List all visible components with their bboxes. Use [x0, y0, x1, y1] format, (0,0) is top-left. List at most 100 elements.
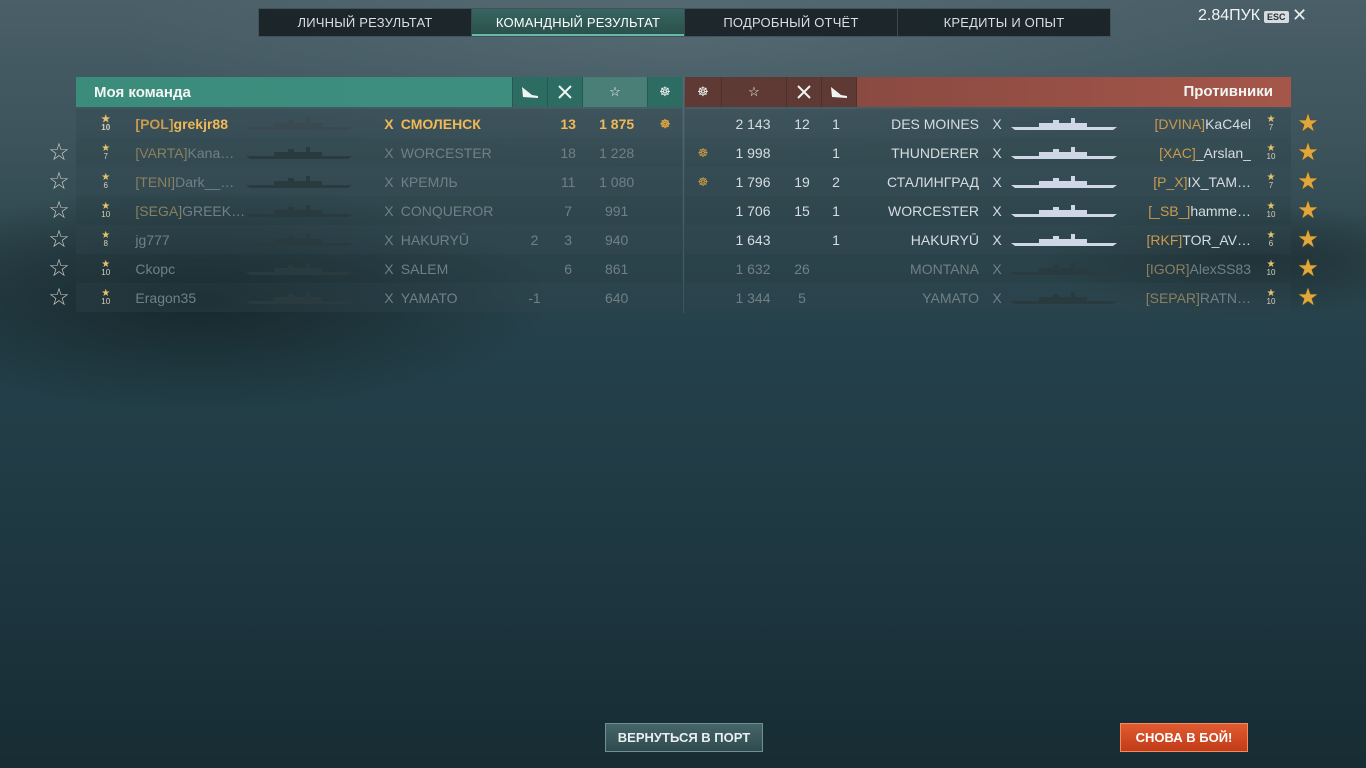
- table-row[interactable]: ★ 10 Ckopc X SALEM 6 861: [76, 254, 682, 283]
- planes-column-header[interactable]: [822, 77, 857, 107]
- achievement-column-header[interactable]: ☸: [685, 77, 722, 107]
- base-experience: 1 632: [735, 260, 771, 277]
- tab-detailed-report[interactable]: ПОДРОБНЫЙ ОТЧЁТ: [685, 9, 898, 36]
- table-row[interactable]: ☸ 1 998 1 THUNDERER X [XAC]_Arslan_ ★ 10: [685, 138, 1291, 167]
- player-name[interactable]: [RKF]TOR_AV…: [1143, 232, 1251, 248]
- ship-name: СМОЛЕНСК: [400, 115, 481, 132]
- ship-silhouette-icon: [246, 175, 353, 188]
- exp-column-header[interactable]: ☆: [722, 77, 787, 107]
- achievement-column-header[interactable]: ☸: [647, 77, 682, 107]
- battle-again-button[interactable]: СНОВА В БОЙ!: [1120, 723, 1248, 752]
- player-level: 8: [103, 238, 108, 248]
- ship-tier: X: [992, 289, 1002, 306]
- table-row[interactable]: ★ 10 Eragon35 X YAMATO -1 640: [76, 283, 682, 312]
- table-row[interactable]: ★ 7 [VARTA]Kana… X WORCESTER 18 1 228: [76, 138, 682, 167]
- teams-divider: [683, 77, 684, 313]
- player-level-badge: ★ 7: [1251, 172, 1291, 190]
- player-name[interactable]: [IGOR]AlexSS83: [1143, 261, 1251, 277]
- player-name[interactable]: [SEGA]GREEK…: [135, 203, 244, 219]
- planes-destroyed: 1: [832, 231, 840, 248]
- player-name[interactable]: [DVINA]KaC4el: [1143, 115, 1252, 132]
- damage-kills: 15: [794, 202, 810, 219]
- ship-tier: X: [384, 231, 394, 248]
- compliment-star-icon[interactable]: ★: [1296, 228, 1320, 252]
- table-row[interactable]: 1 643 1 HAKURYŪ X [RKF]TOR_AV… ★ 6: [685, 225, 1291, 254]
- compliment-star-icon[interactable]: ★: [1296, 257, 1320, 281]
- planes-column-header[interactable]: [512, 77, 547, 107]
- ship-tier: X: [992, 144, 1002, 161]
- clan-tag: [POL]: [135, 115, 174, 132]
- compliment-star-icon[interactable]: ☆: [47, 170, 71, 194]
- player-name[interactable]: [XAC]_Arslan_: [1143, 145, 1251, 161]
- player-name[interactable]: jg777: [135, 232, 244, 248]
- compliment-star-icon[interactable]: ★: [1296, 199, 1320, 223]
- table-row[interactable]: ☸ 1 796 19 2 СТАЛИНГРАД X [P_X]IX_TAM… ★ 7: [685, 167, 1291, 196]
- esc-key-hint: ESC: [1264, 11, 1289, 23]
- player-nickname: GREEK…: [182, 202, 245, 219]
- crossed-swords-icon: [797, 85, 811, 99]
- my-team-rows: ★ 10 [POL]grekjr88 X СМОЛЕНСК 13 1 875 ☸ ★ 7 [VART…: [76, 109, 682, 312]
- player-name[interactable]: [_SB_]hamme…: [1143, 203, 1251, 219]
- base-experience: 640: [604, 289, 629, 306]
- base-experience: 940: [604, 231, 629, 248]
- compliment-star-icon[interactable]: ★: [1296, 170, 1320, 194]
- clan-tag: [VARTA]: [135, 144, 188, 161]
- player-level: 10: [101, 296, 111, 306]
- tab-personal-result[interactable]: ЛИЧНЫЙ РЕЗУЛЬТАТ: [259, 9, 472, 36]
- exp-column-header[interactable]: ☆: [582, 77, 647, 107]
- achievement-icon: ☸: [697, 145, 709, 160]
- table-row[interactable]: 1 344 5 YAMATO X [SEPAR]RATN… ★ 10: [685, 283, 1291, 312]
- ship-name: WORCESTER: [400, 144, 492, 161]
- clan-tag: [SEPAR]: [1145, 289, 1200, 306]
- compliment-star-icon[interactable]: ☆: [47, 199, 71, 223]
- player-nickname: KaC4el: [1205, 115, 1251, 132]
- return-to-port-button[interactable]: ВЕРНУТЬСЯ В ПОРТ: [605, 723, 763, 752]
- ship-silhouette-icon: [246, 204, 353, 217]
- compliment-star-icon[interactable]: ☆: [47, 257, 71, 281]
- ship-tier: X: [384, 115, 394, 132]
- ship-silhouette: [244, 291, 377, 305]
- kills-column-header[interactable]: [547, 77, 582, 107]
- ship-tier: X: [992, 173, 1002, 190]
- compliment-star-icon[interactable]: ★: [1296, 286, 1320, 310]
- ship-silhouette-icon: [1011, 233, 1117, 246]
- kills-column-header[interactable]: [787, 77, 822, 107]
- tab-credits-xp[interactable]: КРЕДИТЫ И ОПЫТ: [898, 9, 1110, 36]
- ship-tier: X: [384, 289, 394, 306]
- table-row[interactable]: ★ 8 jg777 X HAKURYŪ 2 3 940: [76, 225, 682, 254]
- table-row[interactable]: ★ 10 [POL]grekjr88 X СМОЛЕНСК 13 1 875 ☸: [76, 109, 682, 138]
- close-icon[interactable]: ✕: [1292, 5, 1307, 26]
- ship-tier: X: [384, 260, 394, 277]
- table-row[interactable]: 2 143 12 1 DES MOINES X [DVINA]KaC4el ★ 7: [685, 109, 1291, 138]
- ship-tier: X: [992, 231, 1002, 248]
- player-level-badge: ★ 10: [76, 288, 135, 306]
- player-level-badge: ★ 10: [76, 114, 135, 132]
- player-name[interactable]: Eragon35: [135, 290, 244, 306]
- compliment-star-icon[interactable]: ☆: [47, 141, 71, 165]
- table-row[interactable]: 1 632 26 MONTANA X [IGOR]AlexSS83 ★ 10: [685, 254, 1291, 283]
- player-name[interactable]: [VARTA]Kana…: [135, 145, 244, 161]
- compliment-star-icon[interactable]: ★: [1296, 141, 1320, 165]
- table-row[interactable]: ★ 6 [TENI]Dark__… X КРЕМЛЬ 11 1 080: [76, 167, 682, 196]
- ship-silhouette: [1009, 146, 1143, 160]
- planes-destroyed: 1: [832, 115, 840, 132]
- compliment-star-icon[interactable]: ★: [1296, 112, 1320, 136]
- compliment-star-icon[interactable]: ☆: [47, 286, 71, 310]
- table-row[interactable]: ★ 10 [SEGA]GREEK… X CONQUEROR 7 991: [76, 196, 682, 225]
- plane-icon: [831, 87, 847, 98]
- ship-name: HAKURYŪ: [400, 231, 469, 248]
- player-name[interactable]: [POL]grekjr88: [135, 116, 244, 132]
- tab-team-result[interactable]: КОМАНДНЫЙ РЕЗУЛЬТАТ: [472, 9, 685, 36]
- achievement-icon: ☸: [697, 84, 709, 99]
- table-row[interactable]: 1 706 15 1 WORCESTER X [_SB_]hamme… ★ 10: [685, 196, 1291, 225]
- player-name[interactable]: [TENI]Dark__…: [135, 174, 244, 190]
- compliment-star-icon[interactable]: ☆: [47, 228, 71, 252]
- player-name[interactable]: Ckopc: [135, 261, 244, 277]
- damage-kills: 3: [564, 231, 573, 248]
- player-nickname: RATN…: [1199, 289, 1251, 306]
- player-nickname: Ckopc: [135, 260, 176, 277]
- player-level-badge: ★ 10: [1251, 259, 1291, 277]
- player-name[interactable]: [SEPAR]RATN…: [1143, 290, 1251, 306]
- base-experience: 861: [604, 260, 629, 277]
- player-name[interactable]: [P_X]IX_TAM…: [1143, 174, 1251, 190]
